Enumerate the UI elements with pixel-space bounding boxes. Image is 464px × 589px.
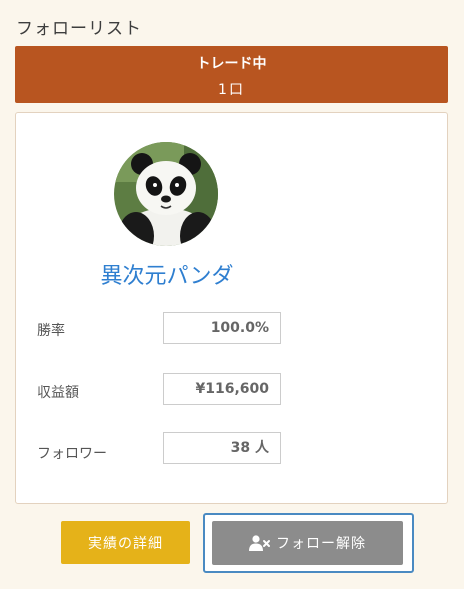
win-rate-value: 100.0%: [163, 312, 281, 344]
user-remove-icon: [249, 535, 270, 551]
unfollow-button-label: フォロー解除: [276, 536, 366, 552]
unfollow-button[interactable]: フォロー解除: [212, 521, 403, 565]
panda-avatar-image: [114, 142, 218, 246]
trading-status-title: トレード中: [196, 56, 267, 72]
win-rate-label: 勝率: [37, 323, 65, 339]
trader-card: 異次元パンダ 勝率 100.0% 収益額 ¥116,600 フォロワー 38 人: [15, 112, 448, 504]
performance-details-button[interactable]: 実績の詳細: [61, 521, 190, 564]
panda-avatar[interactable]: [114, 142, 218, 246]
profit-label: 収益額: [37, 385, 79, 401]
trading-status-banner: トレード中 1口: [15, 46, 448, 103]
trader-name-link[interactable]: 異次元パンダ: [16, 258, 318, 290]
profit-value: ¥116,600: [163, 373, 281, 405]
followers-label: フォロワー: [37, 446, 107, 462]
followers-value: 38 人: [163, 432, 281, 464]
page-title: フォローリスト: [16, 19, 142, 39]
unfollow-focus-ring: フォロー解除: [203, 513, 414, 573]
trading-count: 1口: [218, 82, 245, 98]
